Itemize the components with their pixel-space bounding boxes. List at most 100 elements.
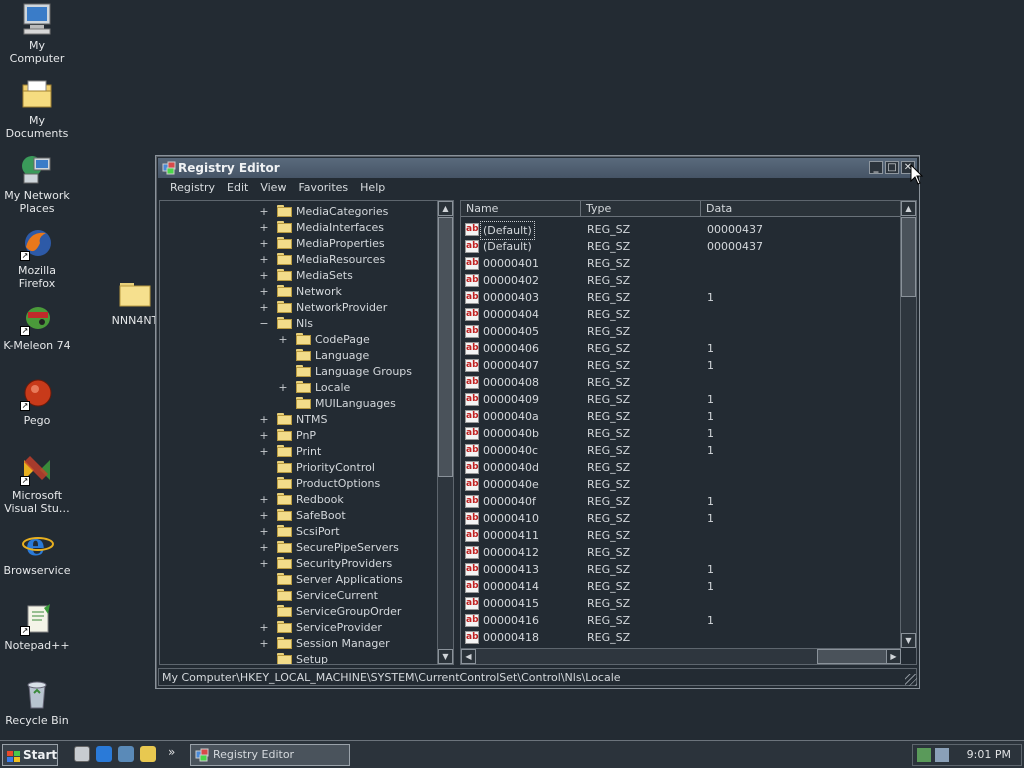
tree-item[interactable]: + ServiceProvider: [160, 620, 435, 636]
desktop-icon-my-network-places[interactable]: My Network Places: [0, 152, 74, 215]
value-row[interactable]: ab 00000418 REG_SZ: [461, 629, 901, 646]
menu-view[interactable]: View: [254, 179, 292, 197]
scroll-thumb[interactable]: [438, 217, 453, 477]
desktop-icon-browservice[interactable]: e Browservice: [0, 527, 74, 577]
quicklaunch-explorer-icon[interactable]: [140, 746, 156, 762]
scroll-up-arrow-icon[interactable]: ▲: [901, 201, 916, 216]
value-row[interactable]: ab 00000415 REG_SZ: [461, 595, 901, 612]
list-horizontal-scrollbar[interactable]: ◀ ▶: [461, 648, 901, 664]
tree-vertical-scrollbar[interactable]: ▲ ▼: [437, 201, 453, 664]
value-row[interactable]: ab 00000408 REG_SZ: [461, 374, 901, 391]
menu-edit[interactable]: Edit: [221, 179, 254, 197]
tree-expander-icon[interactable]: +: [259, 620, 269, 636]
tree-item[interactable]: + CodePage: [160, 332, 435, 348]
tree-expander-icon[interactable]: +: [259, 252, 269, 268]
tree-item[interactable]: + Session Manager: [160, 636, 435, 652]
scroll-right-arrow-icon[interactable]: ▶: [886, 649, 901, 664]
values-list-pane[interactable]: Name Type Data ab (Default) REG_SZ 00000437…: [460, 200, 917, 665]
list-vertical-scrollbar[interactable]: ▲ ▼: [900, 201, 916, 648]
scroll-left-arrow-icon[interactable]: ◀: [461, 649, 476, 664]
tray-network-icon[interactable]: [917, 748, 931, 762]
value-row[interactable]: ab 00000413 REG_SZ 1: [461, 561, 901, 578]
tree-item[interactable]: ProductOptions: [160, 476, 435, 492]
tree-expander-icon[interactable]: +: [259, 300, 269, 316]
value-row[interactable]: ab 00000405 REG_SZ: [461, 323, 901, 340]
tree-item[interactable]: + Locale: [160, 380, 435, 396]
tree-item[interactable]: + Print: [160, 444, 435, 460]
tree-expander-icon[interactable]: +: [259, 204, 269, 220]
maximize-button[interactable]: □: [885, 161, 899, 174]
scroll-up-arrow-icon[interactable]: ▲: [438, 201, 453, 216]
menu-registry[interactable]: Registry: [164, 179, 221, 197]
tree-item[interactable]: + MediaProperties: [160, 236, 435, 252]
title-bar[interactable]: Registry Editor _ □ ✕: [158, 158, 917, 178]
desktop-icon-pego[interactable]: ↗ Pego: [0, 377, 74, 427]
tree-item[interactable]: + NetworkProvider: [160, 300, 435, 316]
desktop-icon-visual-studio[interactable]: ↗ Microsoft Visual Stu…: [0, 452, 74, 515]
tree-item[interactable]: Language Groups: [160, 364, 435, 380]
value-row[interactable]: ab 00000401 REG_SZ: [461, 255, 901, 272]
taskbar-button-registry-editor[interactable]: Registry Editor: [190, 744, 350, 766]
tree-item[interactable]: + MediaResources: [160, 252, 435, 268]
scroll-thumb[interactable]: [901, 217, 916, 297]
tree-item[interactable]: − Nls: [160, 316, 435, 332]
value-row[interactable]: ab 0000040c REG_SZ 1: [461, 442, 901, 459]
value-row[interactable]: ab 00000411 REG_SZ: [461, 527, 901, 544]
tree-item[interactable]: + Redbook: [160, 492, 435, 508]
minimize-button[interactable]: _: [869, 161, 883, 174]
tree-expander-icon[interactable]: +: [259, 236, 269, 252]
value-row[interactable]: ab 00000404 REG_SZ: [461, 306, 901, 323]
tree-item[interactable]: + SecurePipeServers: [160, 540, 435, 556]
tree-expander-icon[interactable]: +: [259, 508, 269, 524]
tree-item[interactable]: + MediaSets: [160, 268, 435, 284]
tree-item[interactable]: + ScsiPort: [160, 524, 435, 540]
value-row[interactable]: ab 0000040e REG_SZ: [461, 476, 901, 493]
value-row[interactable]: ab 0000040f REG_SZ 1: [461, 493, 901, 510]
column-header-name[interactable]: Name: [461, 201, 581, 217]
tree-item[interactable]: + PnP: [160, 428, 435, 444]
tree-expander-icon[interactable]: +: [259, 412, 269, 428]
tree-expander-icon[interactable]: +: [259, 284, 269, 300]
value-row[interactable]: ab (Default) REG_SZ 00000437: [461, 238, 901, 255]
quicklaunch-network-icon[interactable]: [118, 746, 134, 762]
column-header-type[interactable]: Type: [581, 201, 701, 217]
desktop-icon-notepadpp[interactable]: ↗ Notepad++: [0, 602, 74, 652]
value-row[interactable]: ab (Default) REG_SZ 00000437: [461, 221, 901, 240]
menu-help[interactable]: Help: [354, 179, 391, 197]
tree-expander-icon[interactable]: −: [259, 316, 269, 332]
tree-expander-icon[interactable]: +: [259, 524, 269, 540]
clock[interactable]: 9:01 PM: [967, 745, 1011, 765]
tree-expander-icon[interactable]: +: [259, 492, 269, 508]
value-row[interactable]: ab 0000040d REG_SZ: [461, 459, 901, 476]
value-row[interactable]: ab 00000409 REG_SZ 1: [461, 391, 901, 408]
tree-item[interactable]: Setup: [160, 652, 435, 664]
quicklaunch-ie-icon[interactable]: [96, 746, 112, 762]
start-button[interactable]: Start: [2, 744, 58, 766]
value-row[interactable]: ab 00000403 REG_SZ 1: [461, 289, 901, 306]
desktop-icon-my-computer[interactable]: My Computer: [0, 2, 74, 65]
tree-expander-icon[interactable]: +: [259, 444, 269, 460]
scroll-down-arrow-icon[interactable]: ▼: [438, 649, 453, 664]
scroll-down-arrow-icon[interactable]: ▼: [901, 633, 916, 648]
value-row[interactable]: ab 00000412 REG_SZ: [461, 544, 901, 561]
value-row[interactable]: ab 00000407 REG_SZ 1: [461, 357, 901, 374]
tree-item[interactable]: + SafeBoot: [160, 508, 435, 524]
tree-item[interactable]: + MediaCategories: [160, 204, 435, 220]
value-row[interactable]: ab 00000406 REG_SZ 1: [461, 340, 901, 357]
tree-item[interactable]: PriorityControl: [160, 460, 435, 476]
value-row[interactable]: ab 0000040b REG_SZ 1: [461, 425, 901, 442]
value-row[interactable]: ab 00000416 REG_SZ 1: [461, 612, 901, 629]
value-row[interactable]: ab 00000402 REG_SZ: [461, 272, 901, 289]
tray-app-icon[interactable]: [935, 748, 949, 762]
key-tree-pane[interactable]: + MediaCategories + MediaInterfaces + MediaPr…: [159, 200, 454, 665]
tree-item[interactable]: ServiceCurrent: [160, 588, 435, 604]
tree-item[interactable]: + Network: [160, 284, 435, 300]
tree-item[interactable]: ServiceGroupOrder: [160, 604, 435, 620]
tree-expander-icon[interactable]: +: [259, 556, 269, 572]
desktop-icon-kmeleon[interactable]: ↗ K-Meleon 74: [0, 302, 74, 352]
tree-expander-icon[interactable]: +: [259, 220, 269, 236]
tree-item[interactable]: Language: [160, 348, 435, 364]
tree-item[interactable]: + SecurityProviders: [160, 556, 435, 572]
tree-expander-icon[interactable]: +: [259, 428, 269, 444]
desktop-icon-firefox[interactable]: ↗ Mozilla Firefox: [0, 227, 74, 290]
